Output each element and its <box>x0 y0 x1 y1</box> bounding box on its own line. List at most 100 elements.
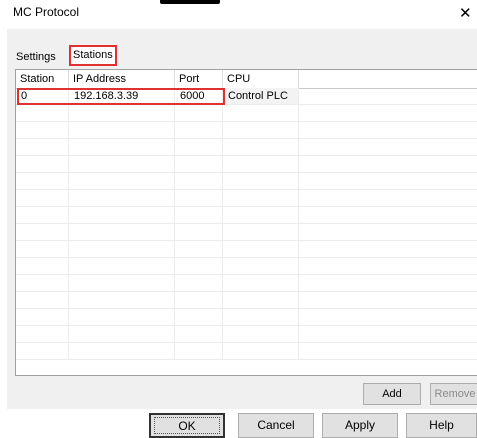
empty-cell <box>223 241 299 257</box>
empty-cell <box>299 258 477 274</box>
tab-stations[interactable]: Stations <box>69 45 117 66</box>
empty-cell <box>69 173 175 189</box>
empty-cell <box>223 105 299 121</box>
empty-cell <box>223 343 299 359</box>
empty-cell <box>223 292 299 308</box>
empty-cell <box>175 275 223 291</box>
empty-cell <box>175 241 223 257</box>
empty-cell <box>223 326 299 342</box>
empty-cell <box>175 292 223 308</box>
help-button[interactable]: Help <box>406 413 477 438</box>
stations-list[interactable]: Station IP Address Port CPU 0 192.168.3.… <box>15 69 477 376</box>
empty-cell <box>175 173 223 189</box>
empty-cell <box>69 343 175 359</box>
column-header-port[interactable]: Port <box>175 70 223 88</box>
empty-cell <box>299 224 477 240</box>
remove-button[interactable]: Remove <box>430 383 477 405</box>
empty-cell <box>69 258 175 274</box>
focus-rect <box>154 417 220 434</box>
empty-cell <box>69 224 175 240</box>
empty-row <box>16 241 477 258</box>
empty-cell <box>175 190 223 206</box>
empty-cell <box>69 292 175 308</box>
empty-row <box>16 156 477 173</box>
empty-cell <box>223 139 299 155</box>
empty-cell <box>175 343 223 359</box>
empty-row <box>16 343 477 360</box>
empty-cell <box>299 207 477 223</box>
tab-settings[interactable]: Settings <box>13 49 59 66</box>
empty-cell <box>299 292 477 308</box>
cell-cpu: Control PLC <box>223 88 299 104</box>
empty-cell <box>175 105 223 121</box>
empty-cell <box>69 326 175 342</box>
empty-cell <box>69 139 175 155</box>
empty-cell <box>299 156 477 172</box>
empty-cell <box>175 309 223 325</box>
empty-cell <box>16 326 69 342</box>
cancel-button[interactable]: Cancel <box>238 413 314 438</box>
column-header-ip-address[interactable]: IP Address <box>69 70 175 88</box>
empty-cell <box>175 207 223 223</box>
empty-row <box>16 224 477 241</box>
empty-cell <box>223 275 299 291</box>
add-button[interactable]: Add <box>363 383 421 405</box>
empty-cell <box>175 224 223 240</box>
empty-cell <box>69 122 175 138</box>
empty-cell <box>16 292 69 308</box>
empty-cell <box>175 156 223 172</box>
table-row[interactable]: 0 192.168.3.39 6000 Control PLC <box>16 88 477 105</box>
empty-cell <box>16 105 69 121</box>
empty-cell <box>69 309 175 325</box>
empty-cell <box>175 258 223 274</box>
empty-cell <box>69 241 175 257</box>
empty-cell <box>16 258 69 274</box>
empty-cell <box>223 190 299 206</box>
column-header-cpu[interactable]: CPU <box>223 70 299 88</box>
empty-cell <box>69 275 175 291</box>
empty-cell <box>175 326 223 342</box>
empty-cell <box>299 173 477 189</box>
list-header: Station IP Address Port CPU <box>16 70 477 89</box>
empty-cell <box>16 173 69 189</box>
empty-cell <box>16 241 69 257</box>
empty-cell <box>299 326 477 342</box>
cutoff-bar <box>160 0 220 4</box>
empty-cell <box>223 207 299 223</box>
empty-cell <box>223 224 299 240</box>
close-icon[interactable]: ✕ <box>459 6 472 21</box>
empty-row <box>16 207 477 224</box>
empty-cell <box>16 207 69 223</box>
empty-cell <box>16 309 69 325</box>
empty-row <box>16 309 477 326</box>
empty-row <box>16 326 477 343</box>
tab-panel: Settings Stations Station IP Address Por… <box>7 29 477 409</box>
empty-row <box>16 105 477 122</box>
empty-cell <box>16 190 69 206</box>
empty-cell <box>69 190 175 206</box>
empty-cell <box>16 275 69 291</box>
empty-cell <box>299 309 477 325</box>
empty-cell <box>16 224 69 240</box>
dialog-title: MC Protocol <box>13 5 80 19</box>
empty-row <box>16 258 477 275</box>
empty-row <box>16 122 477 139</box>
column-header-station[interactable]: Station <box>16 70 69 88</box>
empty-cell <box>16 343 69 359</box>
empty-row <box>16 275 477 292</box>
ok-button[interactable]: OK <box>149 413 225 438</box>
empty-cell <box>299 241 477 257</box>
empty-cell <box>299 343 477 359</box>
mc-protocol-dialog: MC Protocol ✕ Settings Stations Station … <box>0 0 477 438</box>
empty-row <box>16 173 477 190</box>
empty-cell <box>223 122 299 138</box>
empty-cell <box>69 207 175 223</box>
empty-cell <box>299 190 477 206</box>
empty-cell <box>16 139 69 155</box>
empty-cell <box>223 258 299 274</box>
empty-cell <box>69 105 175 121</box>
cell-ip-address: 192.168.3.39 <box>69 88 175 104</box>
empty-cell <box>299 139 477 155</box>
apply-button[interactable]: Apply <box>322 413 398 438</box>
cell-port: 6000 <box>175 88 223 104</box>
